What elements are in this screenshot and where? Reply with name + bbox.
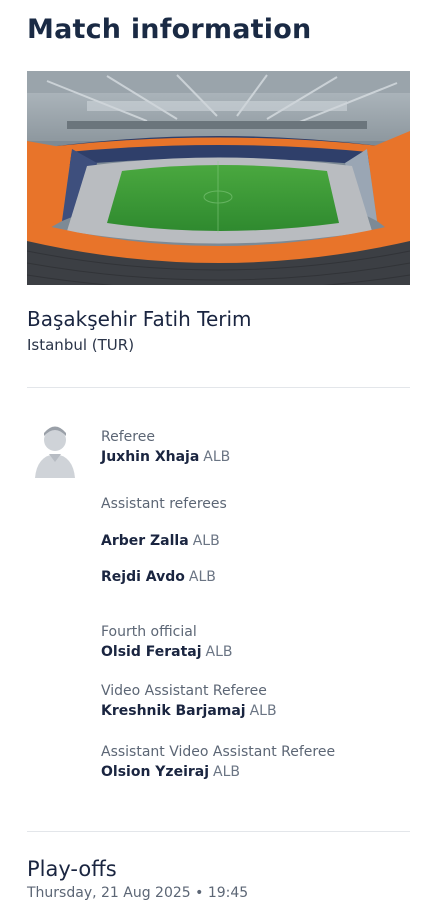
referee-name: Juxhin Xhaja	[101, 449, 200, 465]
avar-official: Olsion Yzeiraj ALB	[101, 762, 411, 782]
assistant-referee-nationality: ALB	[188, 569, 216, 585]
avar-nationality: ALB	[213, 764, 241, 780]
assistant-referee: Arber Zalla ALB	[101, 531, 411, 551]
referee-role: Referee	[101, 429, 155, 445]
fourth-official-role: Fourth official	[101, 624, 197, 640]
assistant-referee-nationality: ALB	[192, 533, 220, 549]
var-official: Kreshnik Barjamaj ALB	[101, 701, 411, 721]
match-datetime: Thursday, 21 Aug 2025 • 19:45	[27, 885, 249, 901]
assistant-referee-name: Rejdi Avdo	[101, 569, 185, 585]
referee-nationality: ALB	[203, 449, 231, 465]
var-role: Video Assistant Referee	[101, 683, 267, 699]
person-silhouette-icon	[33, 420, 77, 478]
fourth-official-nationality: ALB	[205, 644, 233, 660]
avar-name: Olsion Yzeiraj	[101, 764, 210, 780]
assistant-referees-role: Assistant referees	[101, 496, 227, 512]
var-name: Kreshnik Barjamaj	[101, 703, 246, 719]
assistant-referee: Rejdi Avdo ALB	[101, 567, 411, 587]
officials-list: Referee Juxhin Xhaja ALB Assistant refere…	[101, 427, 411, 782]
avar-role: Assistant Video Assistant Referee	[101, 744, 336, 760]
venue-city: Istanbul (TUR)	[27, 336, 135, 354]
fourth-official: Olsid Ferataj ALB	[101, 642, 411, 662]
assistant-referee-name: Arber Zalla	[101, 533, 189, 549]
page-title: Match information	[27, 14, 312, 45]
var-nationality: ALB	[249, 703, 277, 719]
match-stage: Play-offs	[27, 857, 117, 881]
stadium-image	[27, 71, 410, 285]
divider	[27, 831, 410, 832]
referee: Juxhin Xhaja ALB	[101, 447, 411, 467]
venue-name: Başakşehir Fatih Terim	[27, 307, 252, 331]
fourth-official-name: Olsid Ferataj	[101, 644, 202, 660]
divider	[27, 387, 410, 388]
